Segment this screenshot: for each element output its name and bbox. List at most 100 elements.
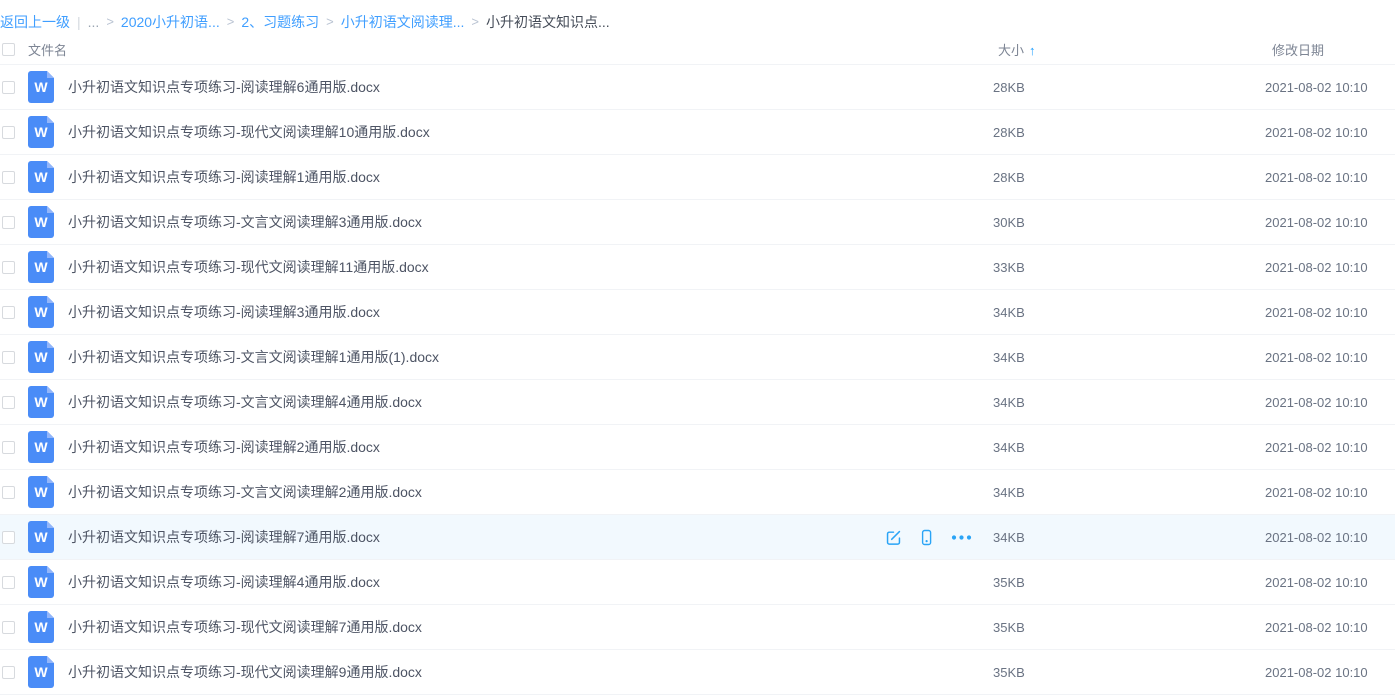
row-checkbox[interactable] xyxy=(2,126,15,139)
breadcrumb-link-3[interactable]: 小升初语文阅读理... xyxy=(341,12,465,32)
word-icon-letter: W xyxy=(28,296,54,328)
row-checkbox[interactable] xyxy=(2,486,15,499)
file-row[interactable]: W 小升初语文知识点专项练习-文言文阅读理解1通用版(1).docx xyxy=(0,335,1395,380)
file-name-link[interactable]: 小升初语文知识点专项练习-现代文阅读理解11通用版.docx xyxy=(68,257,429,277)
word-icon-letter: W xyxy=(28,521,54,553)
row-hover-actions xyxy=(878,529,993,546)
word-icon-letter: W xyxy=(28,566,54,598)
row-checkbox[interactable] xyxy=(2,441,15,454)
file-row[interactable]: W 小升初语文知识点专项练习-阅读理解7通用版.docx xyxy=(0,515,1395,560)
file-row[interactable]: W 小升初语文知识点专项练习-文言文阅读理解2通用版.docx xyxy=(0,470,1395,515)
file-modified-date: 2021-08-02 10:10 xyxy=(1263,530,1395,545)
file-name-link[interactable]: 小升初语文知识点专项练习-阅读理解3通用版.docx xyxy=(68,302,380,322)
word-icon-letter: W xyxy=(28,476,54,508)
file-row[interactable]: W 小升初语文知识点专项练习-阅读理解6通用版.docx xyxy=(0,65,1395,110)
file-size: 34KB xyxy=(993,350,1263,365)
rename-icon[interactable] xyxy=(885,529,902,546)
file-name-link[interactable]: 小升初语文知识点专项练习-文言文阅读理解3通用版.docx xyxy=(68,212,422,232)
breadcrumb-separator: > xyxy=(326,14,334,29)
row-checkbox[interactable] xyxy=(2,261,15,274)
file-modified-date: 2021-08-02 10:10 xyxy=(1263,665,1395,680)
word-document-icon: W xyxy=(28,611,54,643)
file-row[interactable]: W 小升初语文知识点专项练习-阅读理解2通用版.docx xyxy=(0,425,1395,470)
file-name-link[interactable]: 小升初语文知识点专项练习-文言文阅读理解2通用版.docx xyxy=(68,482,422,502)
file-row[interactable]: W 小升初语文知识点专项练习-文言文阅读理解3通用版.docx xyxy=(0,200,1395,245)
word-document-icon: W xyxy=(28,116,54,148)
word-icon-letter: W xyxy=(28,71,54,103)
file-list: W 小升初语文知识点专项练习-阅读理解6通用版.docx xyxy=(0,65,1395,695)
word-icon-letter: W xyxy=(28,116,54,148)
file-row[interactable]: W 小升初语文知识点专项练习-现代文阅读理解9通用版.docx xyxy=(0,650,1395,695)
file-modified-date: 2021-08-02 10:10 xyxy=(1263,260,1395,275)
row-checkbox[interactable] xyxy=(2,576,15,589)
word-icon-letter: W xyxy=(28,611,54,643)
breadcrumb-current-folder: 小升初语文知识点... xyxy=(486,12,610,32)
word-icon-letter: W xyxy=(28,656,54,688)
file-row[interactable]: W 小升初语文知识点专项练习-文言文阅读理解4通用版.docx xyxy=(0,380,1395,425)
file-name-link[interactable]: 小升初语文知识点专项练习-阅读理解6通用版.docx xyxy=(68,77,380,97)
file-size: 34KB xyxy=(993,530,1263,545)
file-modified-date: 2021-08-02 10:10 xyxy=(1263,395,1395,410)
column-header-size[interactable]: 大小↑ xyxy=(993,40,1263,59)
row-checkbox[interactable] xyxy=(2,306,15,319)
file-name-link[interactable]: 小升初语文知识点专项练习-阅读理解2通用版.docx xyxy=(68,437,380,457)
file-modified-date: 2021-08-02 10:10 xyxy=(1263,80,1395,95)
file-size: 28KB xyxy=(993,125,1263,140)
more-actions-icon[interactable] xyxy=(951,529,972,546)
file-row[interactable]: W 小升初语文知识点专项练习-现代文阅读理解10通用版.docx xyxy=(0,110,1395,155)
breadcrumb-link-1[interactable]: 2020小升初语... xyxy=(121,12,220,32)
file-row[interactable]: W 小升初语文知识点专项练习-阅读理解1通用版.docx xyxy=(0,155,1395,200)
file-name-link[interactable]: 小升初语文知识点专项练习-阅读理解1通用版.docx xyxy=(68,167,380,187)
word-document-icon: W xyxy=(28,206,54,238)
breadcrumb-separator: > xyxy=(471,14,479,29)
file-row[interactable]: W 小升初语文知识点专项练习-现代文阅读理解11通用版.docx xyxy=(0,245,1395,290)
row-checkbox[interactable] xyxy=(2,621,15,634)
file-name-link[interactable]: 小升初语文知识点专项练习-阅读理解7通用版.docx xyxy=(68,527,380,547)
file-name-link[interactable]: 小升初语文知识点专项练习-现代文阅读理解7通用版.docx xyxy=(68,617,422,637)
word-icon-letter: W xyxy=(28,161,54,193)
word-document-icon: W xyxy=(28,161,54,193)
file-size: 33KB xyxy=(993,260,1263,275)
file-modified-date: 2021-08-02 10:10 xyxy=(1263,440,1395,455)
row-checkbox[interactable] xyxy=(2,171,15,184)
select-all-checkbox[interactable] xyxy=(2,43,15,56)
file-row[interactable]: W 小升初语文知识点专项练习-现代文阅读理解7通用版.docx xyxy=(0,605,1395,650)
row-checkbox[interactable] xyxy=(2,396,15,409)
file-modified-date: 2021-08-02 10:10 xyxy=(1263,575,1395,590)
file-size: 34KB xyxy=(993,305,1263,320)
file-name-link[interactable]: 小升初语文知识点专项练习-文言文阅读理解1通用版(1).docx xyxy=(68,347,439,367)
breadcrumb-separator: > xyxy=(227,14,235,29)
file-row[interactable]: W 小升初语文知识点专项练习-阅读理解4通用版.docx xyxy=(0,560,1395,605)
file-row[interactable]: W 小升初语文知识点专项练习-阅读理解3通用版.docx xyxy=(0,290,1395,335)
word-document-icon: W xyxy=(28,296,54,328)
file-name-link[interactable]: 小升初语文知识点专项练习-现代文阅读理解10通用版.docx xyxy=(68,122,430,142)
file-size: 28KB xyxy=(993,170,1263,185)
row-checkbox[interactable] xyxy=(2,531,15,544)
file-size: 30KB xyxy=(993,215,1263,230)
row-checkbox[interactable] xyxy=(2,666,15,679)
file-name-link[interactable]: 小升初语文知识点专项练习-现代文阅读理解9通用版.docx xyxy=(68,662,422,682)
file-modified-date: 2021-08-02 10:10 xyxy=(1263,485,1395,500)
row-checkbox[interactable] xyxy=(2,216,15,229)
column-header-date[interactable]: 修改日期 xyxy=(1263,40,1395,59)
back-to-parent-link[interactable]: 返回上一级 xyxy=(0,12,70,32)
file-name-link[interactable]: 小升初语文知识点专项练习-阅读理解4通用版.docx xyxy=(68,572,380,592)
breadcrumb-link-2[interactable]: 2、习题练习 xyxy=(241,12,319,32)
word-document-icon: W xyxy=(28,431,54,463)
row-checkbox[interactable] xyxy=(2,81,15,94)
word-document-icon: W xyxy=(28,341,54,373)
column-header-filename[interactable]: 文件名 xyxy=(28,40,993,59)
table-header: 文件名 大小↑ 修改日期 xyxy=(0,34,1395,65)
file-modified-date: 2021-08-02 10:10 xyxy=(1263,125,1395,140)
file-name-link[interactable]: 小升初语文知识点专项练习-文言文阅读理解4通用版.docx xyxy=(68,392,422,412)
word-document-icon: W xyxy=(28,71,54,103)
file-size: 35KB xyxy=(993,575,1263,590)
file-modified-date: 2021-08-02 10:10 xyxy=(1263,170,1395,185)
word-icon-letter: W xyxy=(28,431,54,463)
word-icon-letter: W xyxy=(28,386,54,418)
row-checkbox[interactable] xyxy=(2,351,15,364)
send-to-mobile-icon[interactable] xyxy=(919,529,934,546)
file-size: 34KB xyxy=(993,485,1263,500)
breadcrumb-collapsed-ellipsis[interactable]: ... xyxy=(88,14,100,30)
sort-arrow-up-icon: ↑ xyxy=(1029,43,1036,58)
